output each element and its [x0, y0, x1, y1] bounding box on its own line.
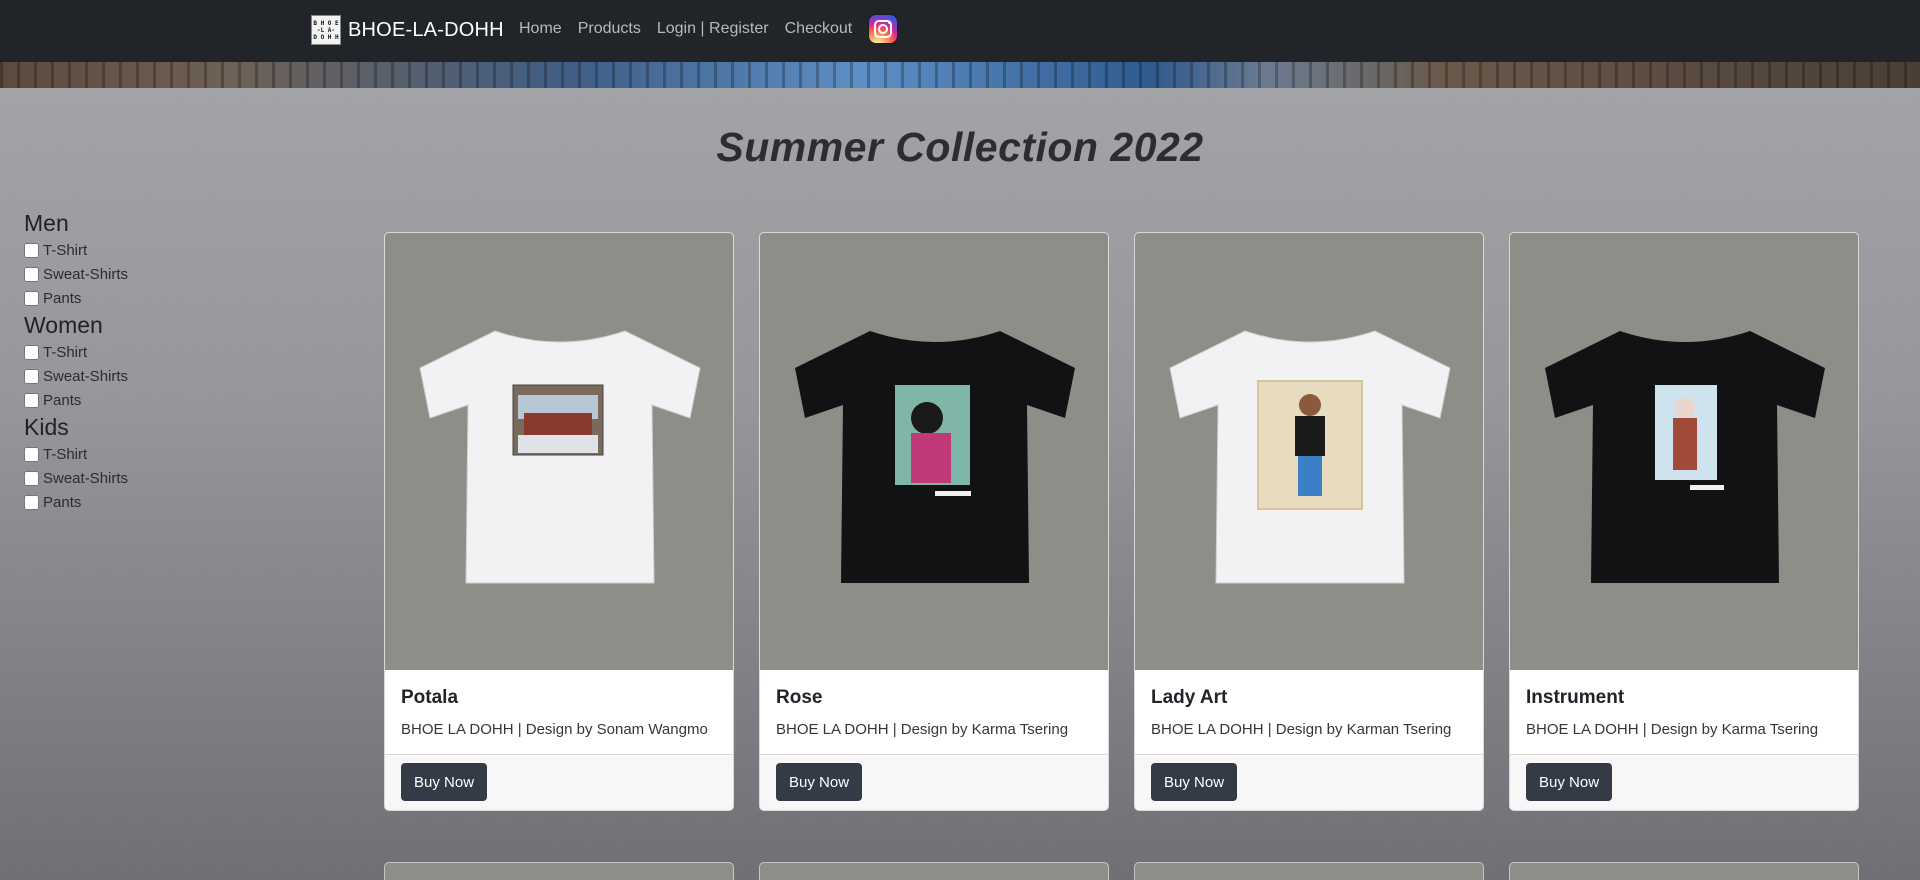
- filter-women-tshirt[interactable]: T-Shirt: [24, 340, 224, 364]
- category-heading-women: Women: [24, 312, 103, 338]
- checkbox[interactable]: [24, 242, 39, 258]
- product-card-partial[interactable]: [759, 862, 1109, 880]
- product-description: BHOE LA DOHH | Design by Karma Tsering: [776, 721, 1069, 738]
- product-name[interactable]: Potala: [401, 687, 717, 709]
- hero-banner-strip: [0, 62, 1920, 88]
- product-image[interactable]: [385, 233, 733, 670]
- filter-men-tshirt[interactable]: T-Shirt: [24, 238, 224, 262]
- product-card: Instrument BHOE LA DOHH | Design by Karm…: [1509, 232, 1859, 811]
- nav-products[interactable]: Products: [578, 20, 641, 38]
- brand-link[interactable]: B H O E -L A- D O H H BHOE-LA-DOHH: [311, 15, 504, 45]
- buy-now-button[interactable]: Buy Now: [401, 763, 488, 801]
- product-card-partial[interactable]: [1134, 862, 1484, 880]
- product-card: Potala BHOE LA DOHH | Design by Sonam Wa…: [384, 232, 734, 811]
- product-description: BHOE LA DOHH | Design by Sonam Wangmo: [401, 721, 708, 738]
- checkbox[interactable]: [24, 344, 39, 360]
- filter-men-sweatshirts[interactable]: Sweat-Shirts: [24, 262, 224, 286]
- card-footer: Buy Now: [760, 754, 1108, 810]
- nav-links: Home Products Login | Register Checkout: [519, 0, 898, 58]
- brand-name: BHOE-LA-DOHH: [348, 18, 504, 41]
- buy-now-button[interactable]: Buy Now: [776, 763, 863, 801]
- card-footer: Buy Now: [1135, 754, 1483, 810]
- tshirt-image: [1169, 330, 1451, 584]
- product-card: Lady Art BHOE LA DOHH | Design by Karman…: [1134, 232, 1484, 811]
- category-heading-men: Men: [24, 210, 69, 236]
- product-name[interactable]: Rose: [776, 687, 1092, 709]
- category-filter-sidebar: Men T-Shirt Sweat-Shirts Pants Women T-S…: [24, 208, 224, 514]
- tshirt-image: [795, 331, 1075, 583]
- checkbox[interactable]: [24, 470, 39, 486]
- category-heading-kids: Kids: [24, 414, 69, 440]
- product-name[interactable]: Lady Art: [1151, 687, 1467, 709]
- brand-logo: B H O E -L A- D O H H: [311, 15, 341, 45]
- nav-checkout[interactable]: Checkout: [785, 20, 853, 38]
- filter-men-pants[interactable]: Pants: [24, 286, 224, 310]
- card-footer: Buy Now: [1510, 754, 1858, 810]
- filter-kids-tshirt[interactable]: T-Shirt: [24, 442, 224, 466]
- checkbox[interactable]: [24, 368, 39, 384]
- product-image[interactable]: [760, 233, 1108, 670]
- buy-now-button[interactable]: Buy Now: [1151, 763, 1238, 801]
- product-image[interactable]: [1510, 233, 1858, 670]
- checkbox[interactable]: [24, 266, 39, 282]
- product-description: BHOE LA DOHH | Design by Karma Tsering: [1526, 721, 1819, 738]
- navbar: B H O E -L A- D O H H BHOE-LA-DOHH Home Pr…: [0, 0, 1920, 62]
- product-card: Rose BHOE LA DOHH | Design by Karma Tser…: [759, 232, 1109, 811]
- filter-kids-sweatshirts[interactable]: Sweat-Shirts: [24, 466, 224, 490]
- nav-home[interactable]: Home: [519, 20, 562, 38]
- nav-login-register[interactable]: Login | Register: [657, 20, 769, 38]
- buy-now-button[interactable]: Buy Now: [1526, 763, 1613, 801]
- product-name[interactable]: Instrument: [1526, 687, 1842, 709]
- filter-kids-pants[interactable]: Pants: [24, 490, 224, 514]
- product-card-partial[interactable]: [384, 862, 734, 880]
- checkbox[interactable]: [24, 392, 39, 408]
- tshirt-image: [419, 330, 701, 584]
- instagram-icon[interactable]: [869, 15, 898, 43]
- page-title: Summer Collection 2022: [716, 124, 1204, 170]
- checkbox[interactable]: [24, 446, 39, 462]
- product-card-partial[interactable]: [1509, 862, 1859, 880]
- product-description: BHOE LA DOHH | Design by Karman Tsering: [1151, 721, 1452, 738]
- tshirt-image: [1545, 331, 1825, 583]
- card-footer: Buy Now: [385, 754, 733, 810]
- filter-women-pants[interactable]: Pants: [24, 388, 224, 412]
- filter-women-sweatshirts[interactable]: Sweat-Shirts: [24, 364, 224, 388]
- product-image[interactable]: [1135, 233, 1483, 670]
- checkbox[interactable]: [24, 494, 39, 510]
- checkbox[interactable]: [24, 290, 39, 306]
